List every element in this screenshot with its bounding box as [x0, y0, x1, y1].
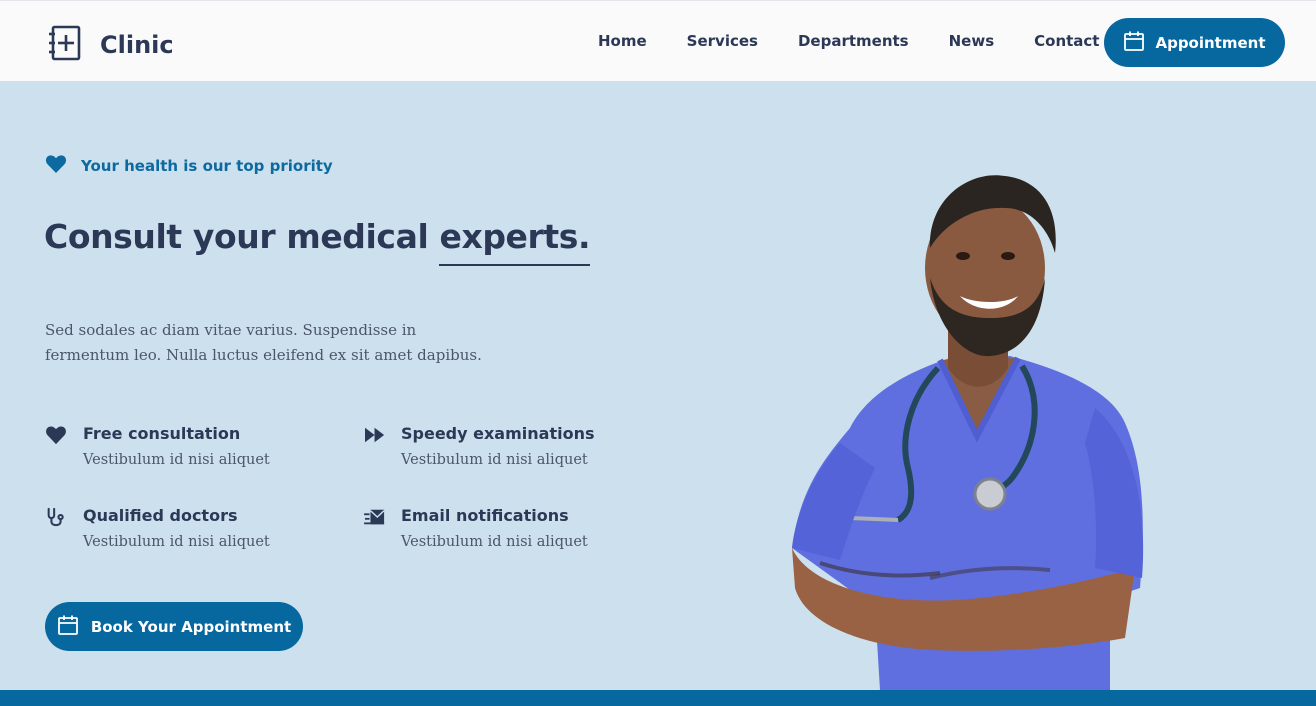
feature-title: Email notifications [401, 506, 569, 525]
hero-lede: Sed sodales ac diam vitae varius. Suspen… [45, 321, 482, 364]
headline-highlight: experts. [439, 217, 591, 266]
book-appointment-button[interactable]: Book Your Appointment [45, 602, 303, 651]
medical-book-icon [48, 25, 82, 65]
feature-title: Qualified doctors [83, 506, 238, 525]
book-appointment-label: Book Your Appointment [90, 617, 292, 636]
stethoscope-icon [45, 507, 69, 529]
feature-desc: Vestibulum id nisi aliquet [401, 534, 588, 550]
doctor-photo [780, 168, 1160, 690]
brand-logo[interactable]: Clinic [48, 25, 174, 65]
fast-forward-icon [363, 425, 387, 447]
headline-prefix: Consult your medical [44, 217, 440, 256]
feature-desc: Vestibulum id nisi aliquet [401, 452, 588, 468]
hero-headline: Consult your medical experts. [44, 217, 591, 266]
feature-title: Free consultation [83, 424, 241, 443]
feature-desc: Vestibulum id nisi aliquet [83, 534, 270, 550]
calendar-icon [1123, 30, 1145, 56]
footer-bar [0, 690, 1316, 706]
email-fast-icon [363, 507, 387, 529]
hero-eyebrow: Your health is our top priority [45, 154, 333, 178]
calendar-icon [57, 614, 79, 640]
nav-contact[interactable]: Contact [1034, 32, 1099, 50]
heart-icon [45, 425, 69, 447]
main-nav: Home Services Departments News Contact [598, 32, 1139, 50]
nav-news[interactable]: News [949, 32, 995, 50]
brand-name: Clinic [100, 31, 174, 59]
feature-title: Speedy examinations [401, 424, 595, 443]
feature-desc: Vestibulum id nisi aliquet [83, 452, 270, 468]
nav-services[interactable]: Services [687, 32, 758, 50]
nav-departments[interactable]: Departments [798, 32, 909, 50]
nav-home[interactable]: Home [598, 32, 647, 50]
site-header: Clinic Home Services Departments News Co… [0, 0, 1316, 81]
appointment-button[interactable]: Appointment [1104, 18, 1285, 67]
appointment-button-label: Appointment [1155, 33, 1266, 52]
eyebrow-text: Your health is our top priority [81, 157, 333, 175]
heart-icon [45, 154, 67, 178]
